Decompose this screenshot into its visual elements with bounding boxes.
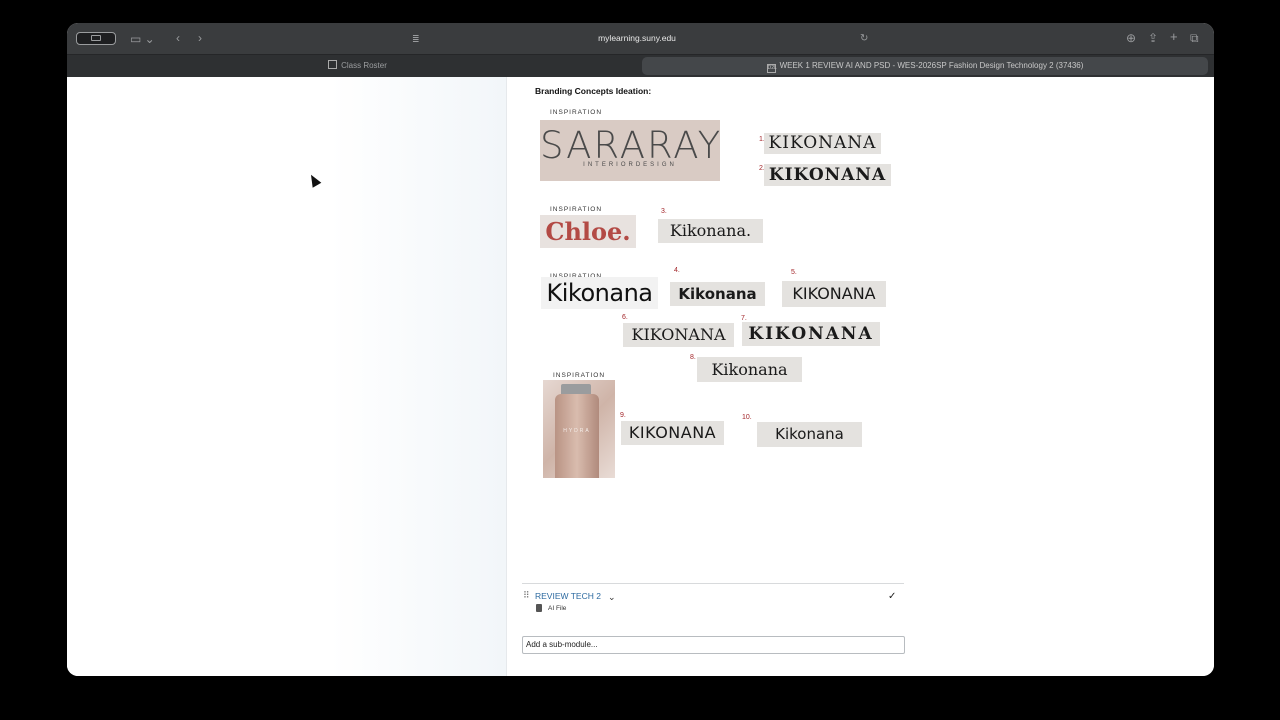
- mouse-cursor-icon: [306, 172, 322, 188]
- tab-overview-icon[interactable]: [76, 32, 116, 45]
- option-number: 8.: [690, 354, 696, 361]
- option-5-logo: KIKONANA: [782, 281, 886, 307]
- reload-icon[interactable]: ↻: [860, 33, 868, 45]
- option-7-logo: KIKONANA: [742, 322, 880, 346]
- tab-label: Class Roster: [341, 61, 387, 70]
- forward-icon[interactable]: ›: [198, 32, 202, 44]
- option-9-logo: KIKONANA: [621, 421, 724, 445]
- page-heading: Branding Concepts Ideation:: [535, 86, 652, 96]
- option-10-logo: Kikonana: [757, 422, 862, 447]
- drag-handle-icon[interactable]: ⠿: [523, 590, 530, 601]
- inspiration-bottle-image: HYDRA: [543, 380, 615, 478]
- inspiration-sararay-image: SARARAY INTERIORDESIGN: [540, 120, 720, 181]
- option-3-logo: Kikonana.: [658, 219, 763, 243]
- inspiration-label: INSPIRATION: [550, 109, 603, 116]
- sidebar-icon[interactable]: ▭ ⌄: [130, 33, 155, 45]
- option-1-logo: KIKONANA: [764, 133, 881, 154]
- option-4-logo: Kikonana: [670, 282, 765, 306]
- divider: [522, 583, 904, 584]
- page-menu-icon[interactable]: ≣: [412, 33, 420, 45]
- module-title-link[interactable]: REVIEW TECH 2: [535, 591, 601, 601]
- page-content: Branding Concepts Ideation: INSPIRATION …: [67, 77, 1214, 676]
- option-number: 3.: [661, 208, 667, 215]
- option-number: 5.: [791, 269, 797, 276]
- tab-week1-review[interactable]: D2L WEEK 1 REVIEW AI AND PSD - WES-2026SP…: [642, 57, 1208, 75]
- option-number: 4.: [674, 267, 680, 274]
- back-icon[interactable]: ‹: [176, 32, 180, 44]
- tab-bar: Class Roster D2L WEEK 1 REVIEW AI AND PSD…: [67, 54, 1214, 77]
- file-icon: [536, 604, 542, 612]
- add-submodule-input[interactable]: Add a sub-module...: [522, 636, 905, 654]
- inspiration-label: INSPIRATION: [550, 206, 603, 213]
- option-number: 6.: [622, 314, 628, 321]
- browser-window: ▭ ⌄ ‹ › ≣ mylearning.suny.edu ↻ ⊕ ⇪ + ⧉ …: [67, 23, 1214, 676]
- tab-class-roster[interactable]: Class Roster: [73, 57, 642, 75]
- bottle-brand: HYDRA: [563, 428, 591, 434]
- bottle-body: [555, 394, 599, 478]
- tab-label: WEEK 1 REVIEW AI AND PSD - WES-2026SP Fa…: [779, 61, 1084, 70]
- address-bar[interactable]: mylearning.suny.edu: [537, 33, 737, 43]
- inspiration-kikonana-image: Kikonana: [541, 277, 658, 309]
- check-icon[interactable]: ✓: [888, 591, 896, 602]
- option-number: 7.: [741, 315, 747, 322]
- tab-overview-grid-icon[interactable]: ⧉: [1190, 32, 1199, 44]
- option-number: 10.: [742, 414, 752, 421]
- option-8-logo: Kikonana: [697, 357, 802, 382]
- inspiration-label: INSPIRATION: [553, 372, 606, 379]
- chevron-down-icon[interactable]: ⌄: [608, 592, 616, 603]
- module-file-label[interactable]: AI File: [548, 605, 566, 612]
- inspiration-chloe-image: Chloe.: [540, 215, 636, 248]
- option-number: 9.: [620, 412, 626, 419]
- left-pane: [67, 77, 507, 676]
- browser-toolbar: ▭ ⌄ ‹ › ≣ mylearning.suny.edu ↻ ⊕ ⇪ + ⧉: [67, 23, 1214, 54]
- new-tab-icon[interactable]: +: [1170, 30, 1178, 43]
- d2l-icon: D2L: [766, 64, 777, 73]
- option-6-logo: KIKONANA: [623, 323, 734, 347]
- share-icon[interactable]: ⇪: [1148, 32, 1158, 44]
- option-2-logo: KIKONANA: [764, 164, 891, 186]
- download-icon[interactable]: ⊕: [1126, 32, 1136, 44]
- main-content: Branding Concepts Ideation: INSPIRATION …: [508, 77, 1214, 676]
- roster-icon: [328, 60, 338, 69]
